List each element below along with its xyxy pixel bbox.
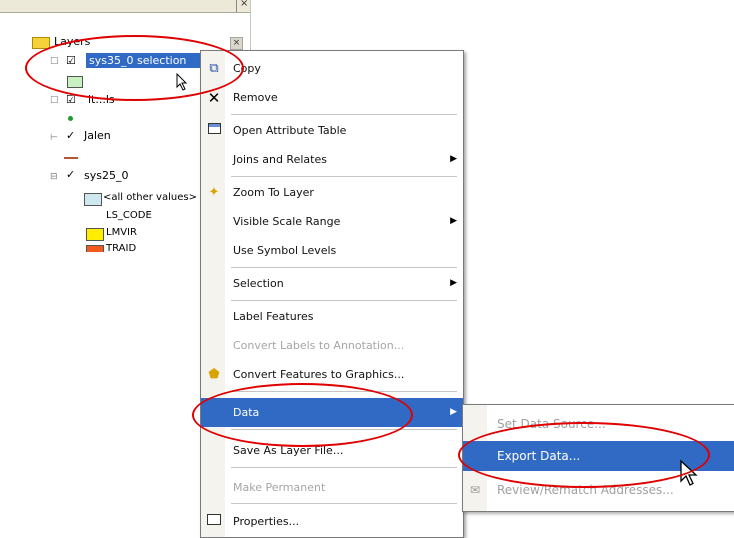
menu-item-zoom-to-layer[interactable]: ✦ Zoom To Layer <box>201 178 463 207</box>
layer3-line-symbol <box>64 157 78 159</box>
copy-icon: ⧉ <box>209 61 219 76</box>
layer2-checkbox[interactable]: ☑ <box>66 94 76 105</box>
layer2-expander[interactable]: □ <box>50 95 59 105</box>
submenu-arrow-icon: ▶ <box>450 216 457 226</box>
submenu-arrow-icon: ▶ <box>450 154 457 164</box>
layer4-class2-swatch <box>86 245 104 252</box>
menu-item-data[interactable]: Data ▶ <box>201 398 463 427</box>
layer4-class2-label: TRAID <box>106 243 137 252</box>
mouse-pointer-icon <box>680 459 698 486</box>
menu-item-properties[interactable]: Properties... <box>201 507 463 536</box>
layer4-class1-swatch <box>86 228 104 241</box>
layer1-label[interactable]: sys35_0 selection <box>86 53 201 68</box>
menu-separator <box>231 176 457 177</box>
layer3-label[interactable]: Jalen <box>84 128 111 144</box>
menu-separator <box>231 267 457 268</box>
menu-separator <box>231 300 457 301</box>
menu-item-copy[interactable]: ⧉ Copy <box>201 54 463 83</box>
submenu-arrow-icon: ▶ <box>450 278 457 288</box>
menu-item-visible-scale-range[interactable]: Visible Scale Range ▶ <box>201 207 463 236</box>
layer2-point-symbol <box>68 116 73 121</box>
menu-item-selection[interactable]: Selection ▶ <box>201 269 463 298</box>
submenu-item-set-data-source[interactable]: Set Data Source... <box>463 409 734 439</box>
menu-item-save-as-layer-file[interactable]: Save As Layer File... <box>201 436 463 465</box>
layer-context-menu: ⧉ Copy ✕ Remove Open Attribute Table Joi… <box>200 50 464 538</box>
layer4-class1-label: LMVIR <box>106 227 137 238</box>
layer4-other-values-swatch <box>84 193 102 206</box>
layer1-checkbox[interactable]: ☑ <box>66 55 76 66</box>
table-icon <box>206 123 222 139</box>
menu-item-label-features[interactable]: Label Features <box>201 302 463 331</box>
menu-separator <box>231 391 457 392</box>
move-cursor-icon <box>176 73 188 91</box>
layers-label: Layers <box>54 35 91 48</box>
properties-icon <box>206 514 222 530</box>
menu-separator <box>231 429 457 430</box>
review-addresses-icon: ✉ <box>469 483 481 497</box>
menu-separator <box>231 467 457 468</box>
menu-item-joins-and-relates[interactable]: Joins and Relates ▶ <box>201 145 463 174</box>
zoom-to-layer-icon: ✦ <box>208 185 220 200</box>
layer1-expander[interactable]: □ <box>50 56 59 66</box>
menu-item-convert-labels-to-annotation[interactable]: Convert Labels to Annotation... <box>201 331 463 360</box>
layer4-field-label: LS_CODE <box>106 210 152 221</box>
layer2-label[interactable]: lt...ls <box>88 92 115 108</box>
menu-item-use-symbol-levels[interactable]: Use Symbol Levels <box>201 236 463 265</box>
menu-item-make-permanent[interactable]: Make Permanent <box>201 473 463 502</box>
layer3-expander[interactable]: ⊢ <box>50 133 58 143</box>
layer3-checkbox[interactable]: ✓ <box>66 130 75 141</box>
menu-separator <box>231 114 457 115</box>
layer4-checkbox[interactable]: ✓ <box>66 169 75 180</box>
layers-folder-icon <box>32 37 50 49</box>
layer4-expander[interactable]: ⊟ <box>50 172 58 182</box>
menu-separator <box>231 503 457 504</box>
convert-graphics-icon: ⬟ <box>208 367 220 382</box>
toc-row-close-icon[interactable]: × <box>230 37 243 50</box>
close-icon[interactable]: × <box>240 0 248 9</box>
remove-icon: ✕ <box>207 89 221 107</box>
data-submenu: Set Data Source... Export Data... ✉ Revi… <box>462 404 734 512</box>
titlebar-divider <box>236 0 237 12</box>
layer1-symbol-swatch <box>67 76 83 88</box>
submenu-arrow-icon: ▶ <box>450 407 457 417</box>
layer4-other-values-label: <all other values> <box>103 192 197 203</box>
layer4-label[interactable]: sys25_0 <box>84 168 128 184</box>
toc-titlebar: × <box>0 0 250 13</box>
menu-item-convert-features-to-graphics[interactable]: ⬟ Convert Features to Graphics... <box>201 360 463 389</box>
menu-item-open-attribute-table[interactable]: Open Attribute Table <box>201 116 463 145</box>
menu-item-remove[interactable]: ✕ Remove <box>201 83 463 112</box>
